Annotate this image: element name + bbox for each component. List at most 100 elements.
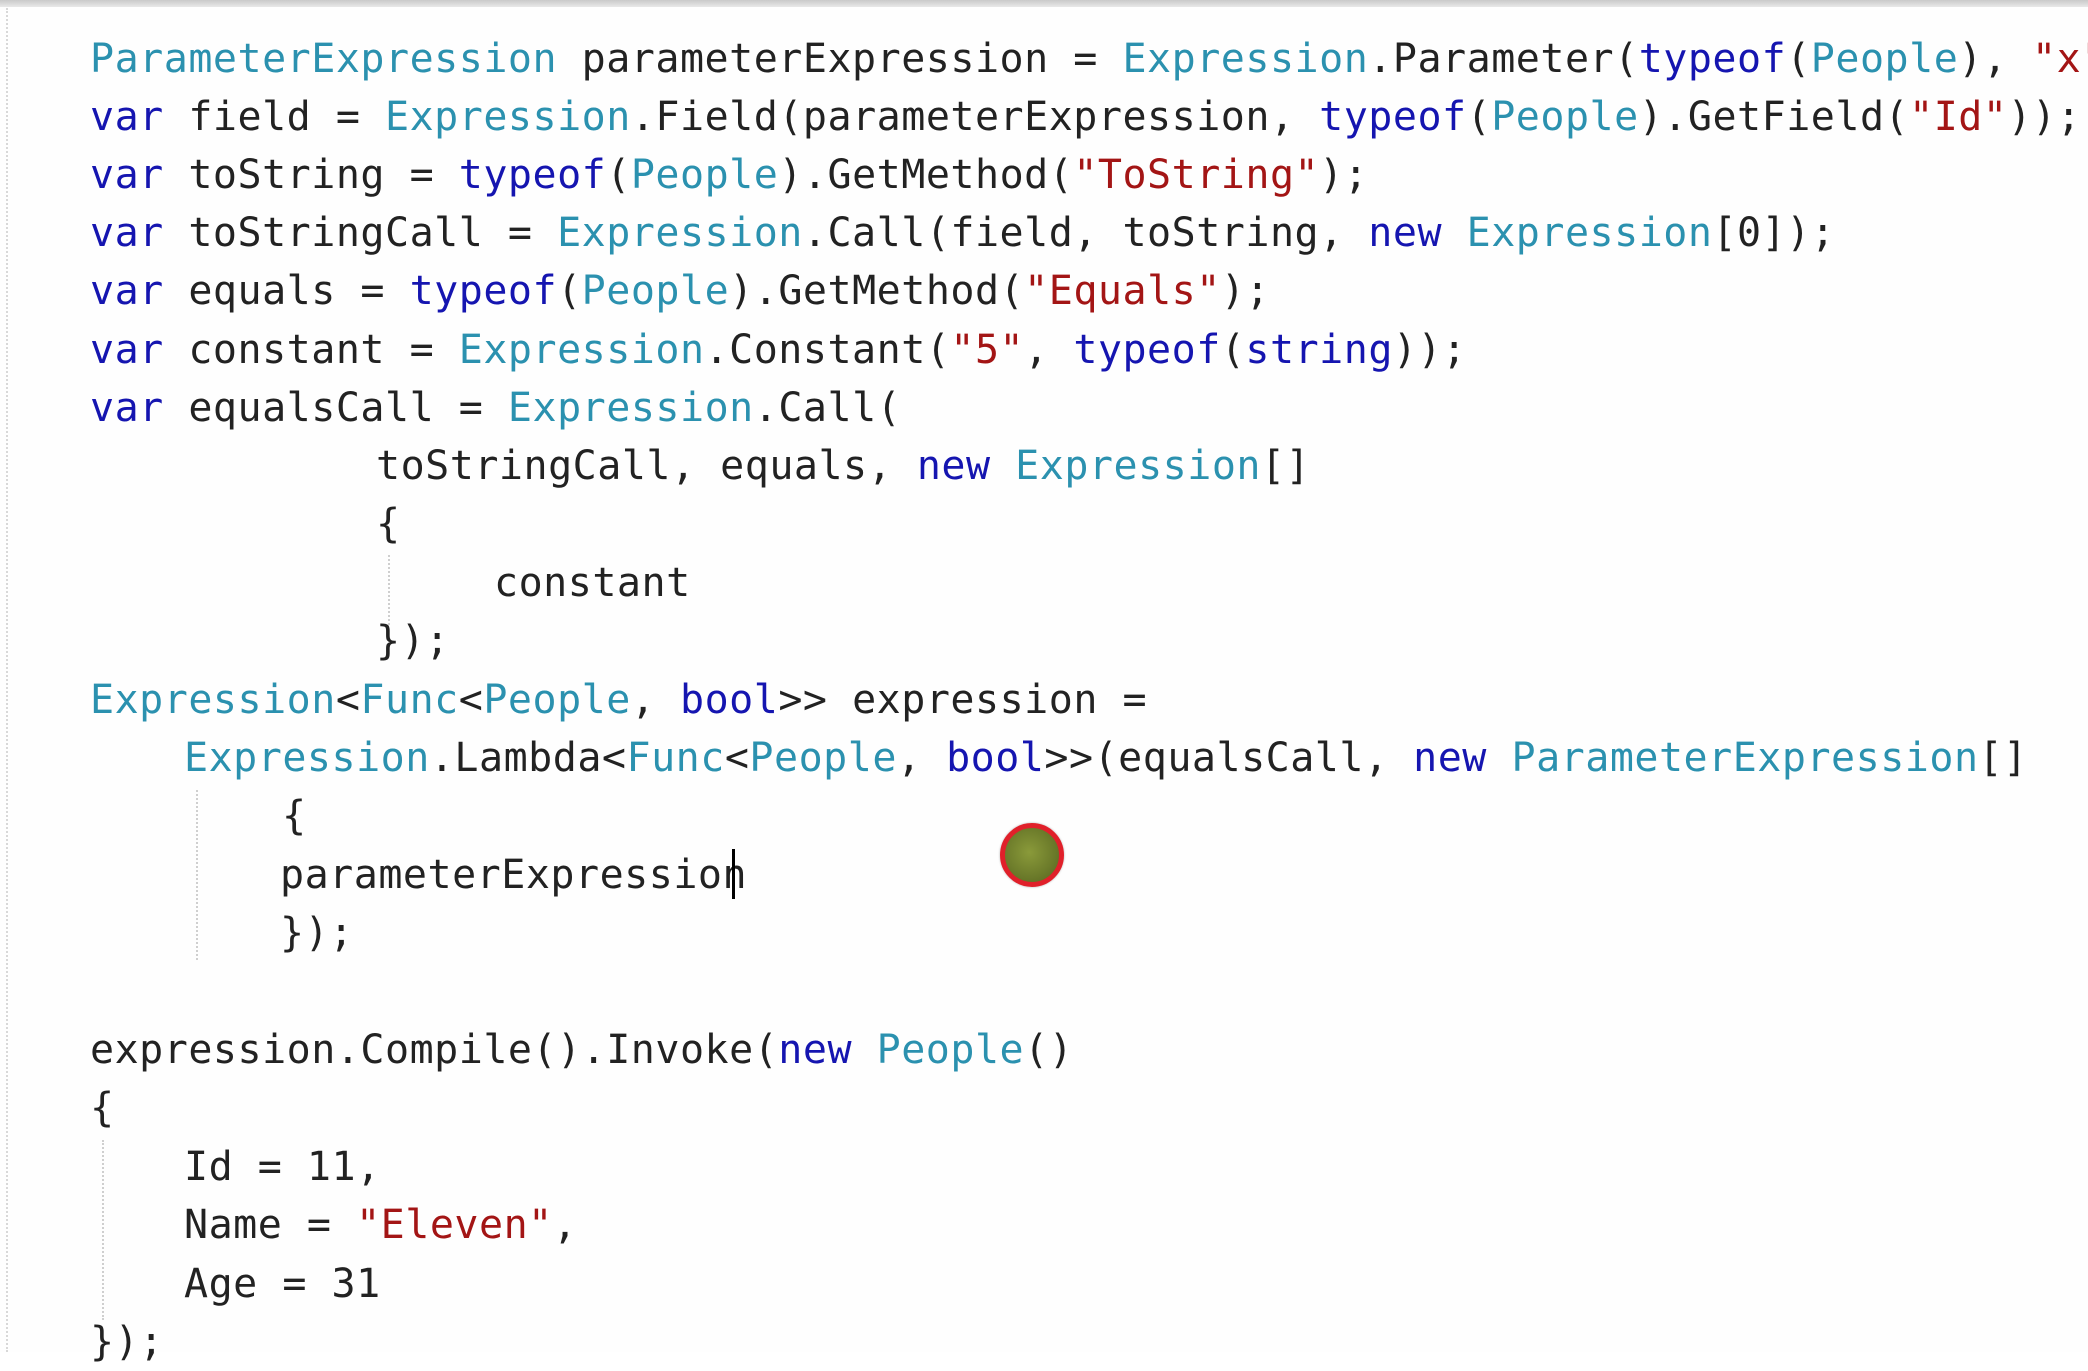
code-line: Age = 31 xyxy=(184,1255,381,1313)
code-token: .Lambda< xyxy=(429,735,627,781)
code-line: parameterExpression xyxy=(280,846,747,904)
code-token: Expression xyxy=(557,210,803,256)
code-token: typeof xyxy=(1319,94,1467,140)
code-token: constant xyxy=(494,560,691,606)
code-token: ).GetField( xyxy=(1638,94,1910,140)
code-token: Expression xyxy=(385,94,631,140)
code-token: People xyxy=(630,152,779,198)
code-token: ).GetMethod( xyxy=(778,152,1074,198)
code-token: , xyxy=(552,1202,578,1248)
code-token: field = xyxy=(163,94,385,140)
code-token: Expression xyxy=(1122,36,1369,82)
code-token: ParameterExpression xyxy=(90,36,558,82)
code-token: < xyxy=(335,677,361,723)
code-token: ( xyxy=(557,268,582,314)
code-token: "Eleven" xyxy=(356,1202,553,1248)
text-cursor xyxy=(732,849,735,899)
code-line: Expression<Func<People, bool>> expressio… xyxy=(90,671,1147,729)
code-token: [0]); xyxy=(1712,210,1836,256)
code-token: Func xyxy=(626,735,725,781)
code-token: , xyxy=(896,735,947,781)
code-area[interactable]: ParameterExpression parameterExpression … xyxy=(0,0,2088,1365)
code-token: ( xyxy=(1220,327,1246,373)
code-token: Name = xyxy=(184,1202,357,1248)
code-token: equalsCall = xyxy=(163,385,508,431)
code-token: new xyxy=(1368,210,1443,256)
code-token: parameterExpression xyxy=(280,852,748,898)
code-token: ); xyxy=(1220,268,1270,314)
code-token: ), xyxy=(1958,36,2033,82)
code-line: Id = 11, xyxy=(184,1138,381,1196)
code-token: ).GetMethod( xyxy=(729,268,1025,314)
code-line: toStringCall, equals, new Expression[] xyxy=(376,437,1310,495)
code-token: "5" xyxy=(950,327,1025,373)
code-token: var xyxy=(90,385,164,431)
code-token: new xyxy=(1413,735,1487,781)
code-token: var xyxy=(90,152,164,198)
code-token: equals = xyxy=(163,268,410,314)
code-token: People xyxy=(749,735,897,781)
code-line: { xyxy=(282,787,307,845)
code-token: { xyxy=(376,501,401,547)
code-token: >> expression = xyxy=(778,677,1148,723)
code-token: People xyxy=(1491,94,1639,140)
code-token: [] xyxy=(1260,443,1311,489)
code-token: typeof xyxy=(458,152,607,198)
code-token: constant = xyxy=(163,327,459,373)
code-token: .Call( xyxy=(753,385,902,431)
code-token: { xyxy=(90,1085,115,1131)
code-token: typeof xyxy=(1073,327,1221,373)
code-token: var xyxy=(90,94,164,140)
code-line: var constant = Expression.Constant("5", … xyxy=(90,321,1467,379)
code-line: ParameterExpression parameterExpression … xyxy=(90,30,2088,88)
code-token: var xyxy=(90,268,164,314)
code-token: }); xyxy=(376,618,450,664)
code-token: Age = 31 xyxy=(184,1261,381,1307)
code-token: expression.Compile().Invoke( xyxy=(90,1027,779,1073)
code-token: var xyxy=(90,327,164,373)
mouse-click-indicator xyxy=(1000,823,1064,887)
code-line: { xyxy=(90,1079,115,1137)
code-token: var xyxy=(90,210,164,256)
code-token: Expression xyxy=(1015,443,1261,489)
code-token: ( xyxy=(1466,94,1492,140)
code-token: [] xyxy=(1978,735,2028,781)
code-token: Id = 11, xyxy=(184,1144,381,1190)
code-token: typeof xyxy=(1638,36,1787,82)
code-editor[interactable]: ParameterExpression parameterExpression … xyxy=(0,0,2088,1365)
code-token: Expression xyxy=(507,385,754,431)
code-token: .Constant( xyxy=(704,327,951,373)
code-token: }); xyxy=(280,910,354,956)
code-token: "ToString" xyxy=(1073,152,1320,198)
code-token: new xyxy=(916,443,991,489)
code-token: Func xyxy=(360,677,459,723)
code-token: ParameterExpression xyxy=(1511,735,1979,781)
code-token: ( xyxy=(606,152,631,198)
code-token: () xyxy=(1024,1027,1074,1073)
code-token: string xyxy=(1245,327,1393,373)
code-line: var toString = typeof(People).GetMethod(… xyxy=(90,146,1368,204)
code-token: People xyxy=(483,677,631,723)
code-token: People xyxy=(581,268,730,314)
code-token: bool xyxy=(946,735,1045,781)
code-line: }); xyxy=(90,1313,164,1371)
code-token: parameterExpression = xyxy=(557,36,1123,82)
code-token: < xyxy=(458,677,484,723)
code-token: , xyxy=(630,677,681,723)
code-token: )); xyxy=(1392,327,1467,373)
code-line: Expression.Lambda<Func<People, bool>>(eq… xyxy=(184,729,2028,787)
code-token: ( xyxy=(1786,36,1811,82)
code-line: var toStringCall = Expression.Call(field… xyxy=(90,204,1835,262)
code-token: , xyxy=(1024,327,1074,373)
code-line: }); xyxy=(376,612,450,670)
code-token: "x" xyxy=(2032,36,2088,82)
code-token: "Id" xyxy=(1909,94,2008,140)
code-token: Expression xyxy=(184,735,430,781)
code-line: constant xyxy=(494,554,691,612)
code-token: Expression xyxy=(90,677,336,723)
code-token: ); xyxy=(1319,152,1369,198)
